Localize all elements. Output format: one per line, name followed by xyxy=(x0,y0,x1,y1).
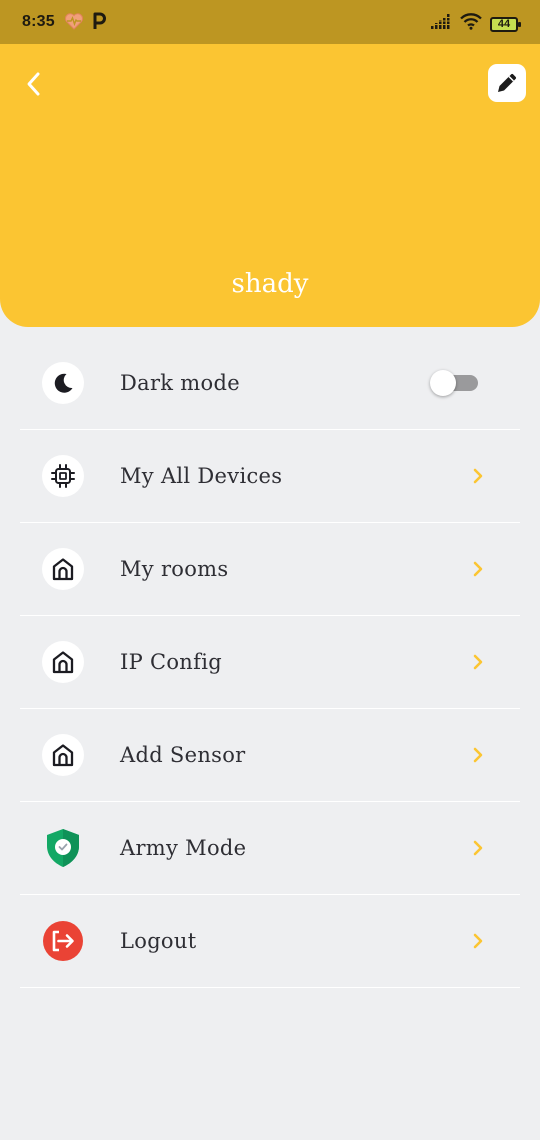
menu-item-my-rooms[interactable]: My rooms xyxy=(20,523,520,616)
chevron-right-icon xyxy=(468,931,488,951)
dark-mode-toggle[interactable] xyxy=(430,370,480,396)
status-right-icons: 44 xyxy=(430,13,521,35)
shield-check-icon xyxy=(42,827,84,869)
home-icon xyxy=(42,548,84,590)
dark-mode-row: Dark mode xyxy=(20,337,520,430)
chip-icon xyxy=(42,455,84,497)
signal-icon xyxy=(430,13,452,35)
home-icon xyxy=(42,734,84,776)
menu-item-add-sensor[interactable]: Add Sensor xyxy=(20,709,520,802)
toggle-thumb xyxy=(430,370,456,396)
chevron-right-icon xyxy=(468,559,488,579)
status-time: 8:35 xyxy=(22,13,55,30)
menu-item-label: Logout xyxy=(120,929,197,953)
p-app-icon xyxy=(92,12,106,35)
menu-item-label: My All Devices xyxy=(120,464,283,488)
status-bar: 8:35 44 xyxy=(0,0,540,44)
edit-profile-button[interactable] xyxy=(488,64,526,102)
menu-item-logout[interactable]: Logout xyxy=(20,895,520,988)
chevron-right-icon xyxy=(468,745,488,765)
chevron-right-icon xyxy=(468,652,488,672)
menu-item-label: IP Config xyxy=(120,650,222,674)
chevron-right-icon xyxy=(468,838,488,858)
profile-name: shady xyxy=(231,269,309,299)
logout-icon xyxy=(42,920,84,962)
menu-item-label: Add Sensor xyxy=(120,743,246,767)
chevron-right-icon xyxy=(468,466,488,486)
wifi-icon xyxy=(460,13,482,35)
home-icon xyxy=(42,641,84,683)
menu-item-army-mode[interactable]: Army Mode xyxy=(20,802,520,895)
settings-menu: Dark mode My All Devices My rooms IP Con… xyxy=(20,337,520,988)
moon-icon xyxy=(42,362,84,404)
back-button[interactable] xyxy=(18,68,50,100)
edit-pencil-icon xyxy=(498,74,516,92)
menu-item-label: Army Mode xyxy=(120,836,247,860)
menu-item-ip-config[interactable]: IP Config xyxy=(20,616,520,709)
dark-mode-label: Dark mode xyxy=(120,371,240,395)
menu-item-label: My rooms xyxy=(120,557,229,581)
battery-level: 44 xyxy=(497,18,511,30)
heart-rate-icon xyxy=(64,12,84,35)
menu-item-my-all-devices[interactable]: My All Devices xyxy=(20,430,520,523)
back-arrow-icon xyxy=(27,72,40,96)
status-left-icons xyxy=(64,12,106,35)
battery-icon: 44 xyxy=(490,16,521,32)
profile-header: shady xyxy=(0,44,540,327)
